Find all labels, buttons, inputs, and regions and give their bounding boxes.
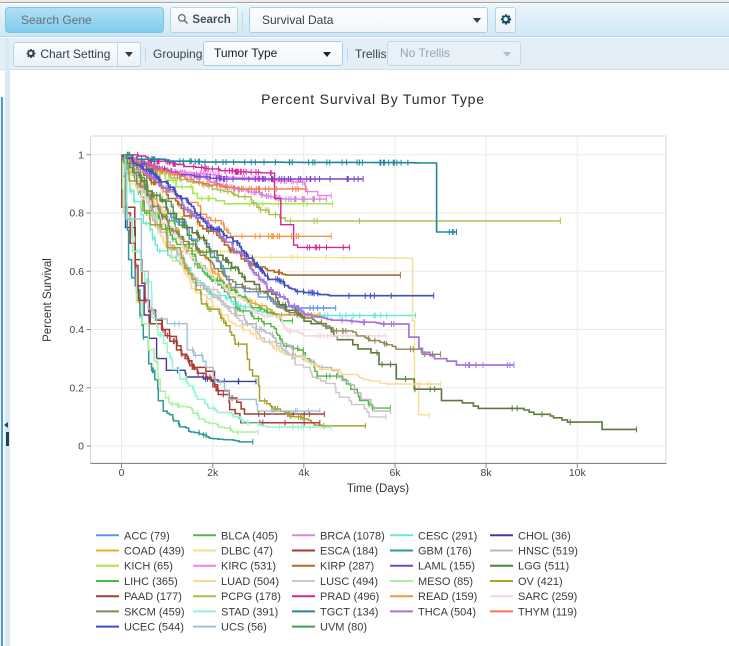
svg-text:READ (159): READ (159) <box>418 591 477 603</box>
svg-text:0: 0 <box>78 441 84 453</box>
svg-text:LUAD (504): LUAD (504) <box>221 576 279 588</box>
svg-text:MESO (85): MESO (85) <box>418 576 473 588</box>
svg-text:KIRP (287): KIRP (287) <box>320 561 374 573</box>
svg-text:ESCA (184): ESCA (184) <box>320 546 378 558</box>
svg-text:LAML (155): LAML (155) <box>418 561 475 573</box>
svg-text:Percent Survival: Percent Survival <box>42 258 54 342</box>
svg-text:COAD (439): COAD (439) <box>124 546 185 558</box>
svg-text:PRAD (496): PRAD (496) <box>320 591 379 603</box>
svg-text:0.2: 0.2 <box>69 382 84 394</box>
svg-text:4k: 4k <box>298 467 310 479</box>
svg-text:UVM (80): UVM (80) <box>320 622 367 634</box>
svg-text:LGG (511): LGG (511) <box>518 561 569 573</box>
svg-text:Percent Survival By Tumor Type: Percent Survival By Tumor Type <box>261 91 485 107</box>
svg-text:THCA (504): THCA (504) <box>418 606 476 618</box>
svg-text:LIHC (365): LIHC (365) <box>124 576 178 588</box>
svg-text:SKCM (459): SKCM (459) <box>124 606 185 618</box>
svg-text:0: 0 <box>119 467 125 479</box>
svg-text:KIRC (531): KIRC (531) <box>221 561 276 573</box>
svg-text:2k: 2k <box>207 467 219 479</box>
svg-text:ACC (79): ACC (79) <box>124 530 170 542</box>
svg-text:0.4: 0.4 <box>69 324 84 336</box>
svg-text:PAAD (177): PAAD (177) <box>124 591 182 603</box>
svg-text:OV (421): OV (421) <box>518 576 563 588</box>
svg-text:STAD (391): STAD (391) <box>221 606 278 618</box>
svg-text:BLCA (405): BLCA (405) <box>221 530 278 542</box>
svg-text:BRCA (1078): BRCA (1078) <box>320 530 385 542</box>
svg-text:HNSC (519): HNSC (519) <box>518 546 578 558</box>
svg-text:10k: 10k <box>569 467 587 479</box>
svg-text:Time (Days): Time (Days) <box>347 483 409 495</box>
svg-text:THYM (119): THYM (119) <box>518 606 577 618</box>
svg-text:KICH (65): KICH (65) <box>124 561 173 573</box>
svg-text:UCS (56): UCS (56) <box>221 622 267 634</box>
svg-text:PCPG (178): PCPG (178) <box>221 591 281 603</box>
svg-text:DLBC (47): DLBC (47) <box>221 546 273 558</box>
svg-text:TGCT (134): TGCT (134) <box>320 606 378 618</box>
svg-text:UCEC (544): UCEC (544) <box>124 622 184 634</box>
svg-text:6k: 6k <box>389 467 401 479</box>
svg-text:CHOL (36): CHOL (36) <box>518 530 571 542</box>
svg-text:1: 1 <box>78 149 84 161</box>
svg-text:8k: 8k <box>481 467 493 479</box>
svg-text:0.6: 0.6 <box>69 266 84 278</box>
svg-text:CESC (291): CESC (291) <box>418 530 477 542</box>
svg-text:SARC (259): SARC (259) <box>518 591 577 603</box>
svg-text:GBM (176): GBM (176) <box>418 546 472 558</box>
svg-text:LUSC (494): LUSC (494) <box>320 576 378 588</box>
svg-text:0.8: 0.8 <box>69 208 84 220</box>
